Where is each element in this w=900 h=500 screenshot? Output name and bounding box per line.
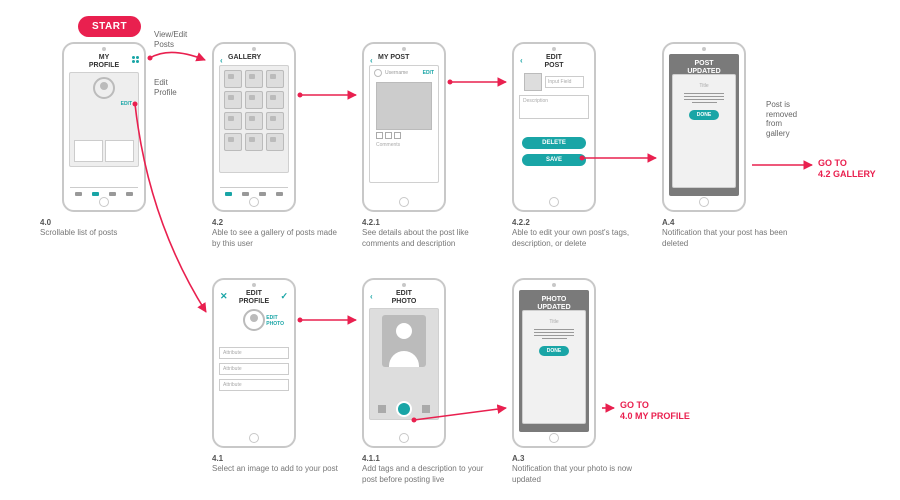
done-button[interactable]: DONE [689,110,719,120]
goto-profile: GO TO 4.0 MY PROFILE [620,400,690,422]
caption-4-1-1: 4.1.1Add tags and a description to your … [362,454,492,485]
attribute-field-3[interactable]: Attribute [219,379,289,391]
avatar [243,309,265,331]
comments-label: Comments [376,142,432,148]
confirmation-modal: Title DONE [672,74,736,188]
edit-post-link[interactable]: EDIT [423,70,434,76]
avatar [93,77,115,99]
caption-a-4: A.4Notification that your post has been … [662,218,792,249]
back-icon[interactable]: ‹ [220,56,223,65]
gallery-grid[interactable] [220,66,288,155]
capture-button[interactable] [398,403,410,415]
left-control-icon[interactable] [378,405,386,413]
screen-title: EDIT PHOTO [364,290,444,305]
goto-gallery: GO TO 4.2 GALLERY [818,158,876,180]
done-button[interactable]: DONE [539,346,569,356]
thumbnail [524,73,542,91]
input-field[interactable]: Input Field [545,76,584,88]
edit-profile-link[interactable]: EDIT [121,101,132,107]
caption-4-0: 4.0Scrollable list of posts [40,218,160,239]
modal-title: Title [699,83,708,89]
edit-photo-link[interactable]: EDIT PHOTO [266,315,284,327]
screen-photo-updated: PHOTO UPDATED Title DONE [512,278,596,448]
caption-4-2-1: 4.2.1See details about the post like com… [362,218,492,249]
start-badge: START [78,16,141,37]
description-field[interactable]: Description [519,95,589,119]
confirmation-modal: Title DONE [522,310,586,424]
label-post-removed: Post is removed from gallery [766,100,797,138]
back-icon[interactable]: ‹ [520,56,523,65]
screen-my-profile: MY PROFILE EDIT [62,42,146,212]
photo-placeholder [382,315,426,367]
caption-4-2: 4.2Able to see a gallery of posts made b… [212,218,342,249]
save-button[interactable]: SAVE [522,154,586,166]
screen-my-post: ‹ MY POST Username EDIT Comments [362,42,446,212]
caption-a-3: A.3Notification that your photo is now u… [512,454,642,485]
tab-bar[interactable] [220,187,288,197]
delete-button[interactable]: DELETE [522,137,586,149]
modal-title: Title [549,319,558,325]
screen-edit-post: ‹ EDIT POST Input Field Description DELE… [512,42,596,212]
attribute-field-2[interactable]: Attribute [219,363,289,375]
grid-icon[interactable] [132,56,139,63]
screen-title: EDIT POST [514,54,594,69]
check-icon[interactable]: ✓ [280,291,288,302]
post-actions[interactable] [376,132,432,139]
back-icon[interactable]: ‹ [370,56,373,65]
screen-title: GALLERY [214,54,294,62]
back-icon[interactable]: ‹ [370,292,373,301]
screen-title: MY POST [364,54,444,62]
posts-row [74,140,134,162]
caption-4-1: 4.1Select an image to add to your post [212,454,342,475]
avatar-icon [374,69,382,77]
label-view-edit-posts: View/Edit Posts [154,30,187,49]
screen-edit-photo: ‹ EDIT PHOTO [362,278,446,448]
screen-edit-profile: ✕ ✓ EDIT PROFILE EDIT PHOTO Attribute At… [212,278,296,448]
caption-4-2-2: 4.2.2Able to edit your own post's tags, … [512,218,642,249]
post-image [376,82,432,130]
username-label: Username [385,70,408,76]
screen-gallery: ‹ GALLERY [212,42,296,212]
close-icon[interactable]: ✕ [220,291,228,302]
tab-bar[interactable] [70,187,138,197]
screen-post-updated: POST UPDATED Title DONE [662,42,746,212]
right-control-icon[interactable] [422,405,430,413]
label-edit-profile: Edit Profile [154,78,177,97]
attribute-field-1[interactable]: Attribute [219,347,289,359]
